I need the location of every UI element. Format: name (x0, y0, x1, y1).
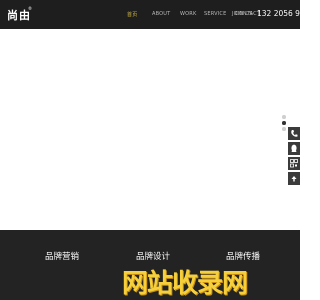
watermark-text: 网站收录网 (122, 269, 248, 298)
side-qrcode-button[interactable] (288, 157, 300, 170)
side-phone-button[interactable] (288, 127, 300, 140)
watermark: 网站收录网 (122, 266, 277, 298)
slider-dot-active[interactable] (282, 121, 286, 125)
nav-item-service[interactable]: SERVICE (204, 11, 226, 17)
slider-dot[interactable] (282, 127, 286, 131)
back-to-top-icon (291, 176, 297, 182)
nav-item-about[interactable]: ABOUT (152, 11, 170, 17)
qq-icon (291, 144, 297, 152)
nav-item-home[interactable]: 首页 (127, 11, 137, 18)
service-brand-communication[interactable]: 品牌传播 (226, 250, 260, 262)
service-brand-design[interactable]: 品牌设计 (136, 250, 170, 262)
logo-registered-mark: ® (28, 6, 32, 11)
nav-item-work[interactable]: WORK (180, 11, 196, 17)
side-qq-button[interactable] (288, 142, 300, 155)
service-brand-marketing[interactable]: 品牌营销 (45, 250, 79, 262)
top-header: 尚由 ® 首页 ABOUT WORK SERVICE JOIN US CONTA… (0, 0, 314, 29)
qrcode-icon (290, 159, 298, 168)
slider-dot[interactable] (282, 115, 286, 119)
phone-number[interactable]: 132 2056 9630 (257, 9, 314, 18)
phone-icon (291, 130, 298, 137)
side-back-to-top-button[interactable] (288, 172, 300, 185)
